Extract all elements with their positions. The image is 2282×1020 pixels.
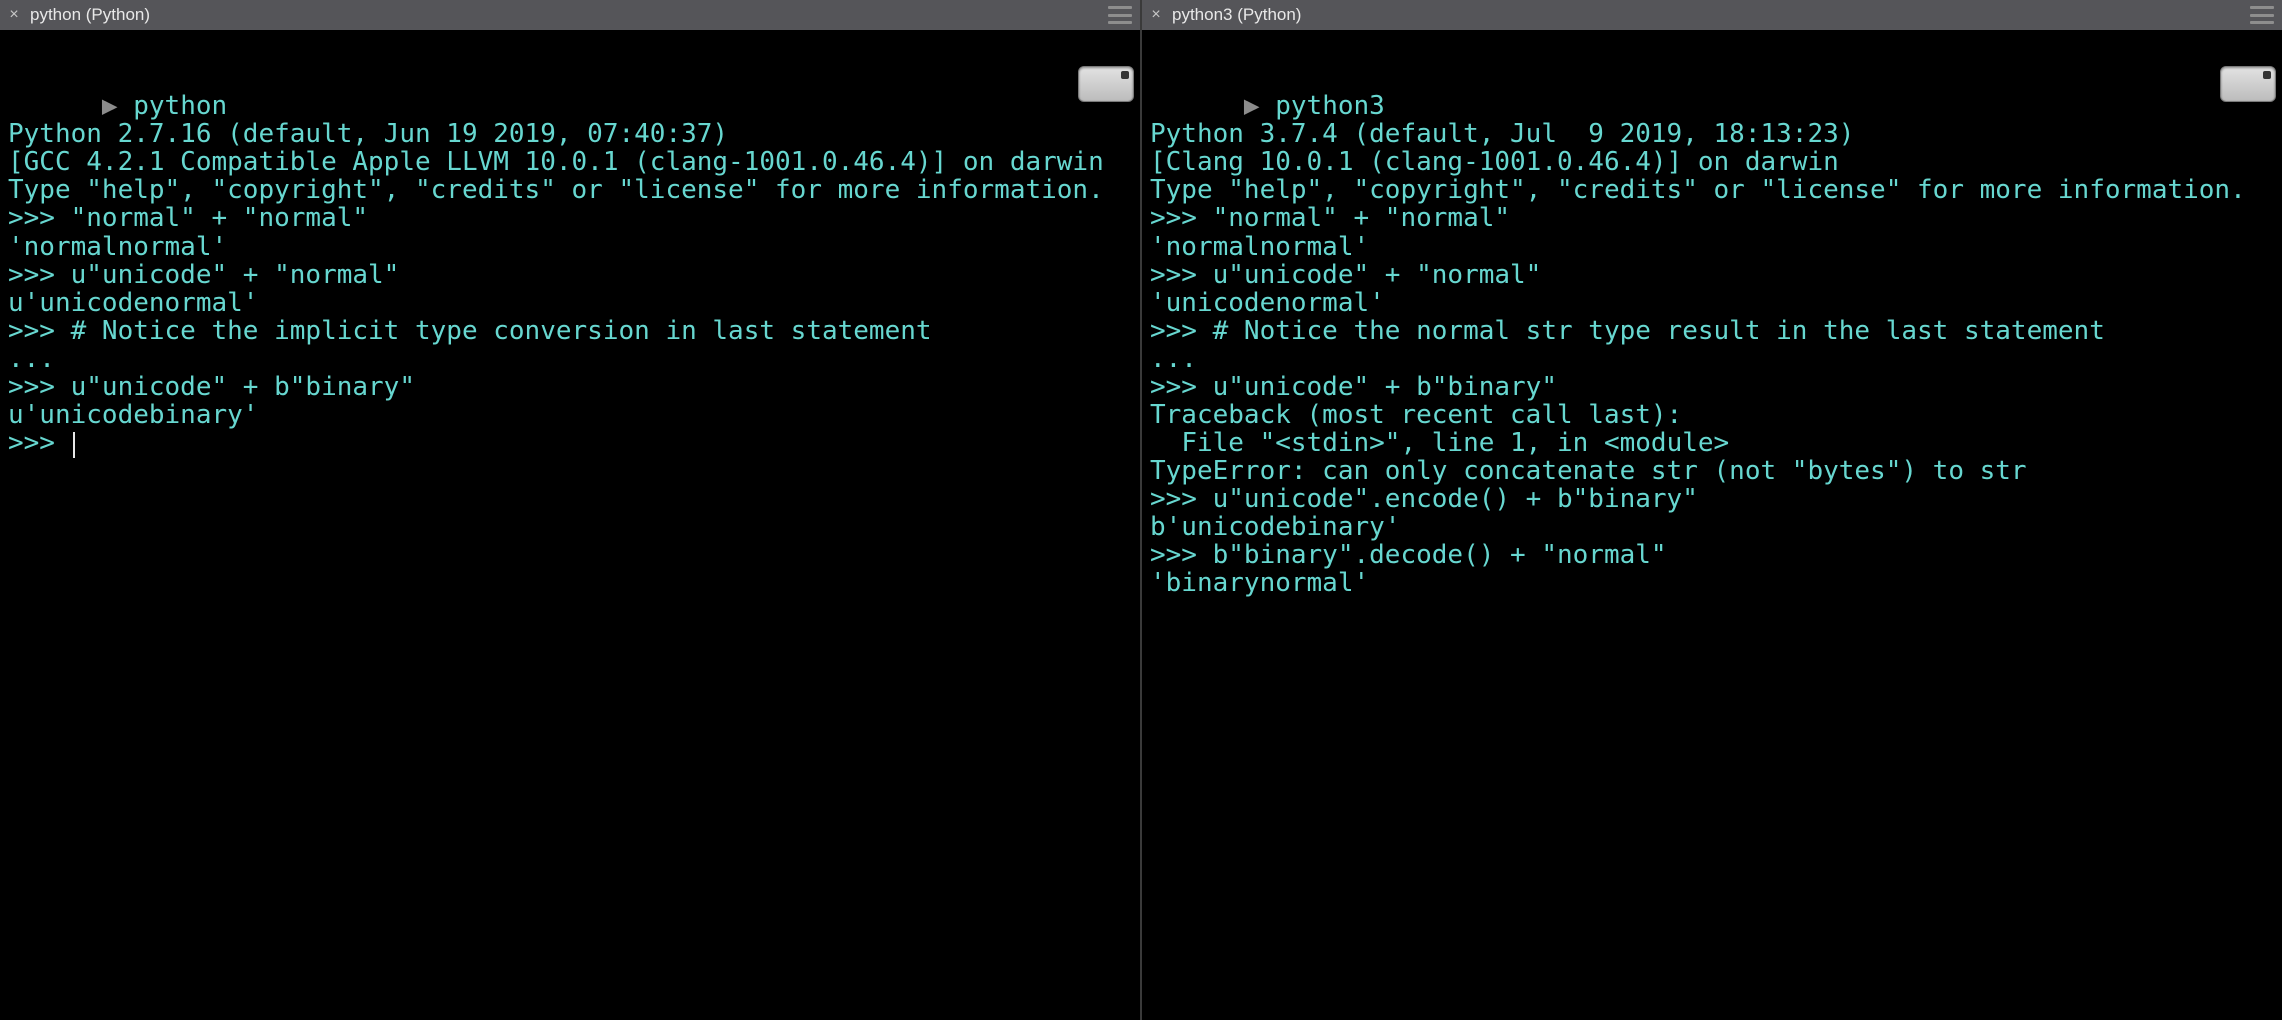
terminal-line: 'unicodenormal' (1150, 288, 1385, 318)
device-badge-icon (1078, 66, 1134, 102)
terminal-line: Type "help", "copyright", "credits" or "… (1150, 175, 2246, 205)
terminal-line: TypeError: can only concatenate str (not… (1150, 456, 2027, 486)
close-icon[interactable]: × (6, 7, 22, 23)
terminal-line: Traceback (most recent call last): (1150, 400, 1682, 430)
terminal-line: Type "help", "copyright", "credits" or "… (8, 175, 1104, 205)
terminal-line: >>> u"unicode".encode() + b"binary" (1150, 484, 1698, 514)
terminal-line: >>> "normal" + "normal" (8, 203, 368, 233)
left-tabbar: × python (Python) (0, 0, 1140, 30)
right-pane: × python3 (Python) ▶ python3 Python 3.7.… (1142, 0, 2282, 1020)
terminal-prompt: >>> (8, 428, 71, 458)
prompt-arrow-icon: ▶ (1244, 91, 1260, 121)
terminal-line: Python 2.7.16 (default, Jun 19 2019, 07:… (8, 119, 728, 149)
left-terminal[interactable]: ▶ python Python 2.7.16 (default, Jun 19 … (0, 30, 1140, 1020)
left-pane: × python (Python) ▶ python Python 2.7.16… (0, 0, 1142, 1020)
terminal-line: ... (8, 344, 55, 374)
device-badge-icon (2220, 66, 2276, 102)
terminal-line: >>> u"unicode" + "normal" (1150, 260, 1541, 290)
cursor-icon (73, 432, 75, 458)
terminal-line: [GCC 4.2.1 Compatible Apple LLVM 10.0.1 … (8, 147, 1104, 177)
left-command: python (133, 91, 227, 121)
terminal-line: >>> # Notice the normal str type result … (1150, 316, 2105, 346)
terminal-line: 'normalnormal' (1150, 232, 1369, 262)
terminal-line: [Clang 10.0.1 (clang-1001.0.46.4)] on da… (1150, 147, 1839, 177)
right-tab-title[interactable]: python3 (Python) (1172, 5, 1301, 25)
terminal-line: >>> "normal" + "normal" (1150, 203, 1510, 233)
terminal-line: File "<stdin>", line 1, in <module> (1150, 428, 1729, 458)
terminal-line: >>> u"unicode" + "normal" (8, 260, 399, 290)
terminal-line: Python 3.7.4 (default, Jul 9 2019, 18:13… (1150, 119, 1854, 149)
terminal-line: u'unicodenormal' (8, 288, 258, 318)
terminal-line: b'unicodebinary' (1150, 512, 1400, 542)
terminal-line: u'unicodebinary' (8, 400, 258, 430)
right-terminal[interactable]: ▶ python3 Python 3.7.4 (default, Jul 9 2… (1142, 30, 2282, 1020)
hamburger-icon[interactable] (1108, 6, 1132, 24)
right-command: python3 (1275, 91, 1385, 121)
split-container: × python (Python) ▶ python Python 2.7.16… (0, 0, 2282, 1020)
terminal-line: 'binarynormal' (1150, 568, 1369, 598)
hamburger-icon[interactable] (2250, 6, 2274, 24)
terminal-line: >>> u"unicode" + b"binary" (8, 372, 415, 402)
terminal-line: >>> u"unicode" + b"binary" (1150, 372, 1557, 402)
close-icon[interactable]: × (1148, 7, 1164, 23)
prompt-arrow-icon: ▶ (102, 91, 118, 121)
terminal-line: >>> b"binary".decode() + "normal" (1150, 540, 1667, 570)
terminal-line: ... (1150, 344, 1197, 374)
terminal-line: >>> # Notice the implicit type conversio… (8, 316, 932, 346)
right-tabbar: × python3 (Python) (1142, 0, 2282, 30)
left-tab-title[interactable]: python (Python) (30, 5, 150, 25)
terminal-line: 'normalnormal' (8, 232, 227, 262)
